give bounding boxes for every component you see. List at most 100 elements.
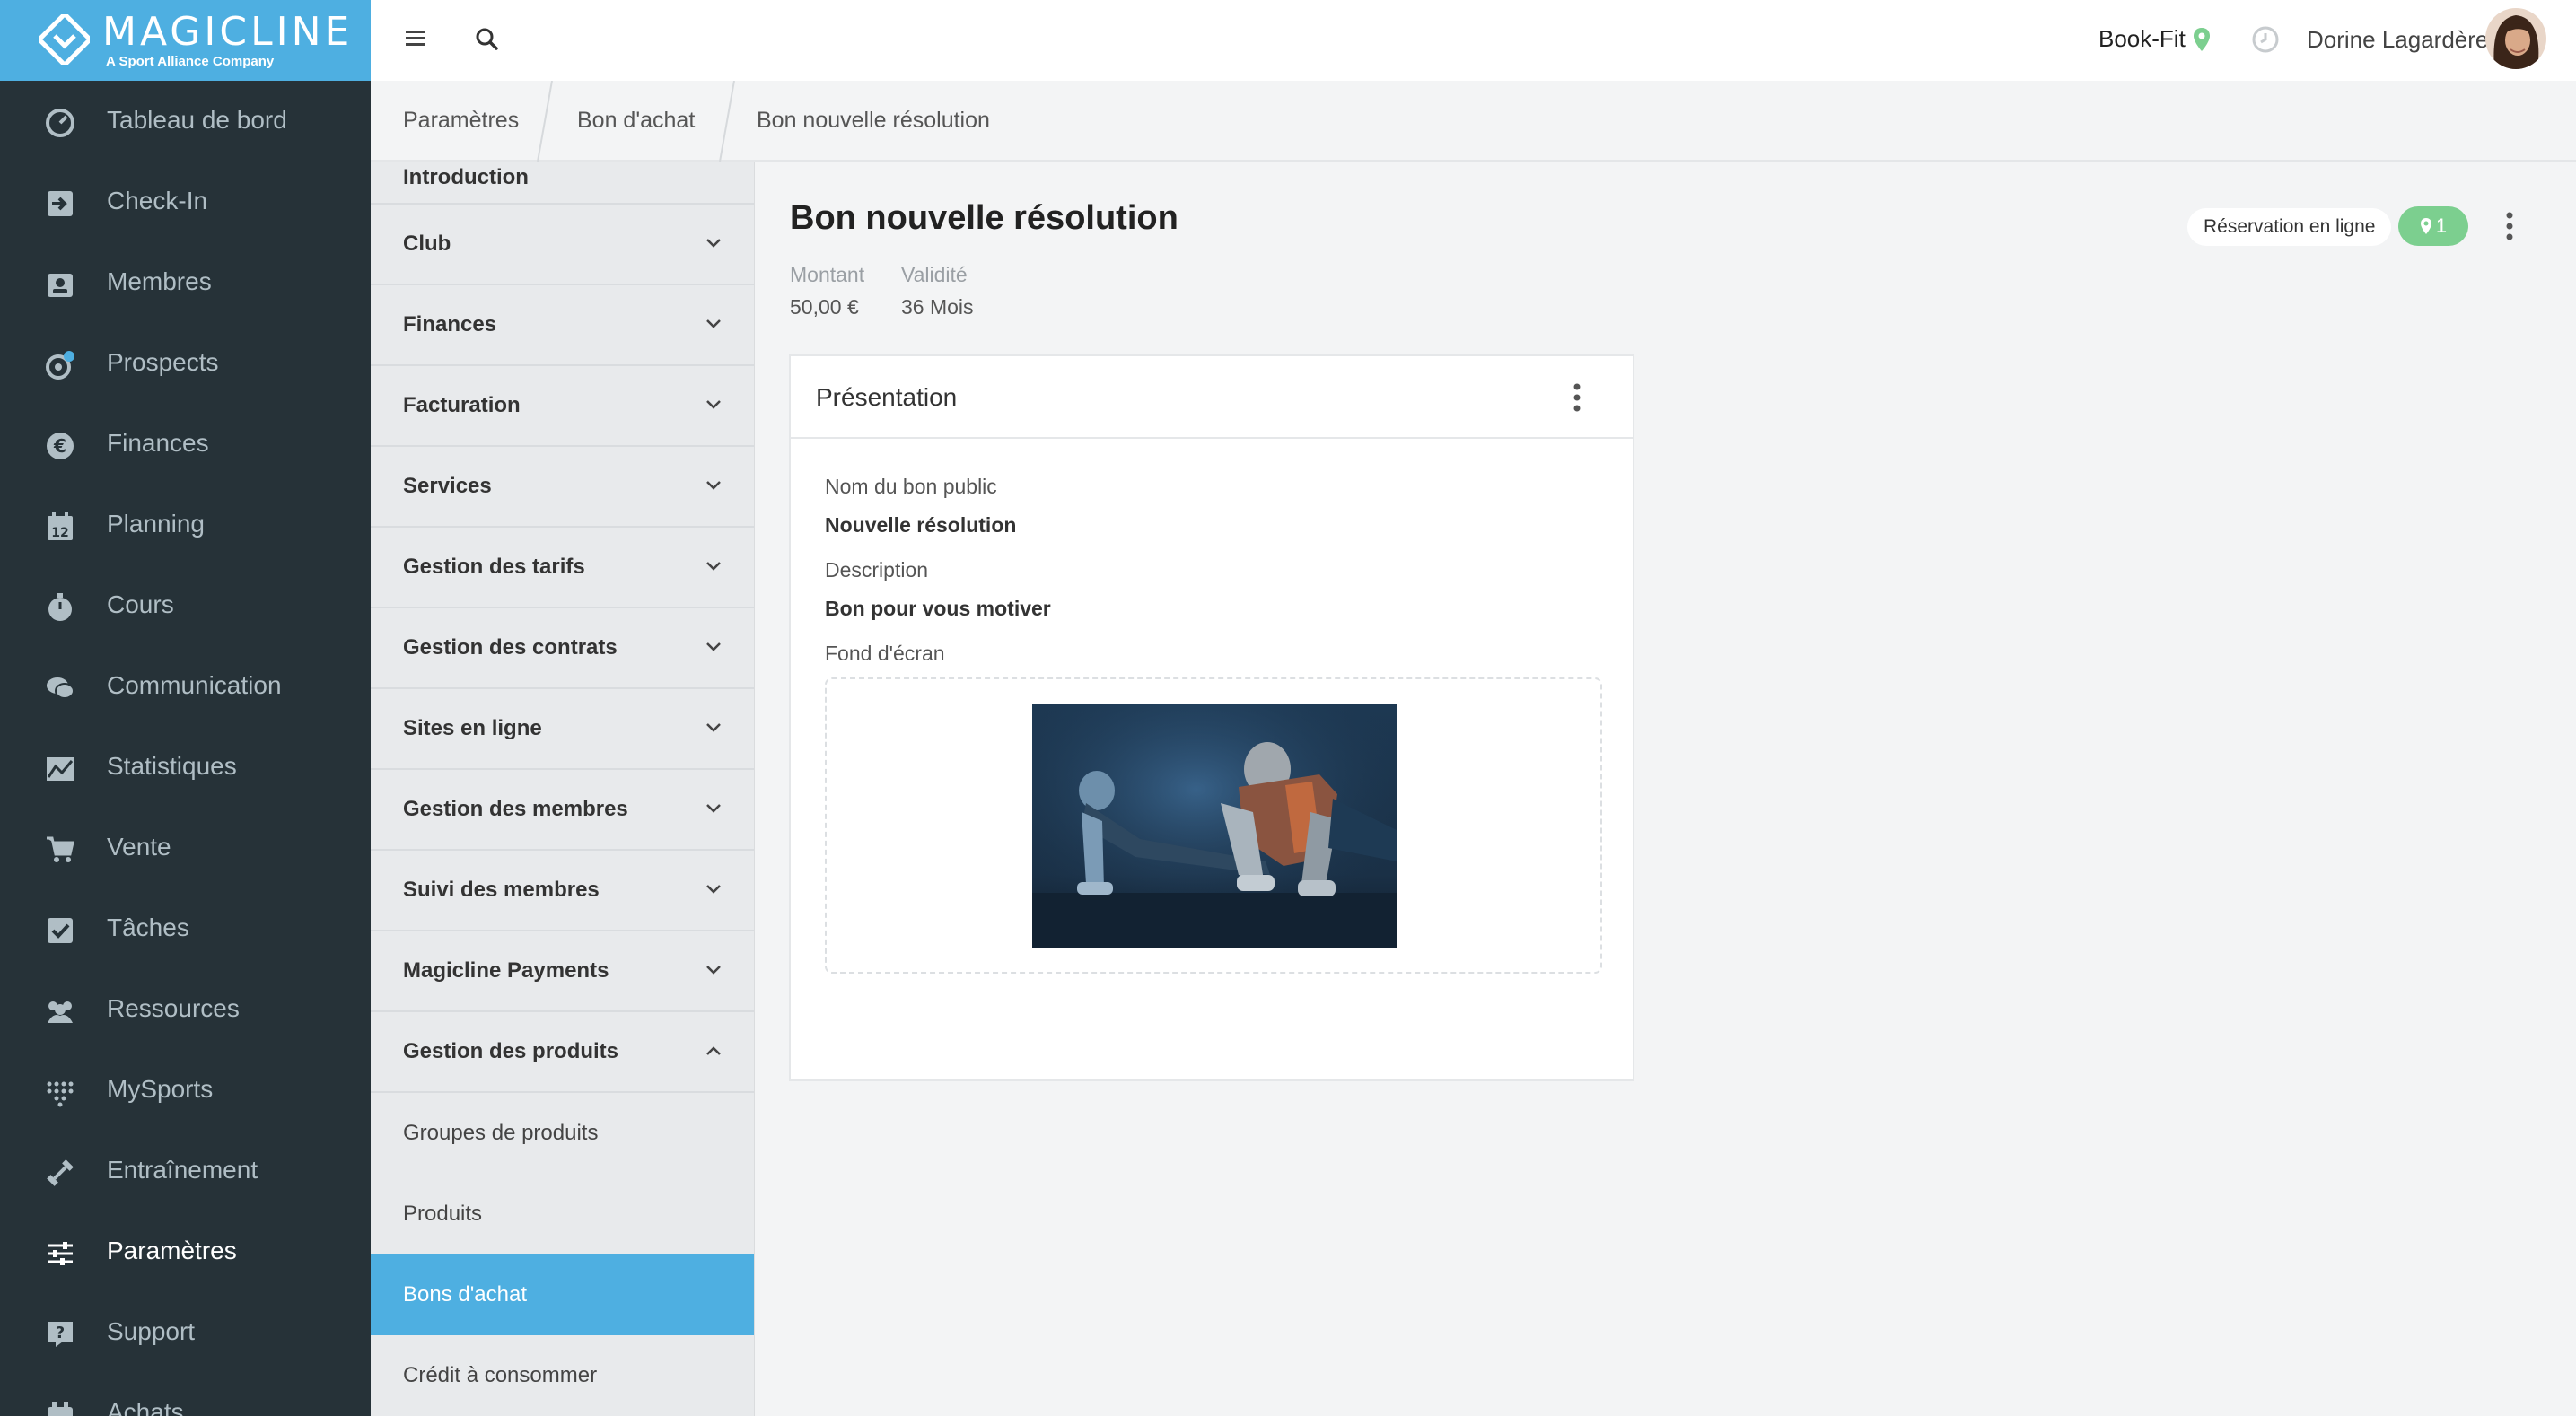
stopwatch-icon	[48, 593, 72, 621]
nav-item-parametres[interactable]: Paramètres	[0, 1211, 371, 1292]
check-in-icon	[48, 191, 73, 216]
location-count-badge[interactable]: 1	[2398, 206, 2468, 246]
nav-item-cours[interactable]: Cours	[0, 565, 371, 646]
nav-label: Prospects	[107, 348, 219, 376]
nav-label: Achats	[107, 1398, 184, 1416]
nav-item-tableau-de-bord[interactable]: Tableau de bord	[0, 81, 371, 162]
chevron-down-icon	[706, 481, 721, 490]
chevron-down-icon	[706, 319, 721, 328]
settings-section-services[interactable]: Services	[371, 447, 754, 528]
people-icon	[48, 1001, 73, 1023]
settings-section-label: Gestion des tarifs	[403, 555, 585, 579]
nav-item-check-in[interactable]: Check-In	[0, 162, 371, 242]
user-name[interactable]: Dorine Lagardère	[2307, 26, 2488, 54]
validity-value: 36 Mois	[901, 295, 974, 319]
settings-item-produits[interactable]: Produits	[371, 1174, 754, 1254]
top-bar: Book-Fit Dorine Lagardère	[371, 0, 2576, 81]
nav-item-prospects[interactable]: Prospects	[0, 323, 371, 404]
breadcrumb-item-bon-achat[interactable]: Bon d'achat	[577, 108, 695, 134]
chevron-down-icon	[706, 642, 721, 651]
nav-item-mysports[interactable]: MySports	[0, 1050, 371, 1131]
chevron-down-icon	[706, 723, 721, 732]
settings-item-bons-achat[interactable]: Bons d'achat	[371, 1254, 754, 1335]
nav-label: Communication	[107, 671, 282, 699]
studio-selector[interactable]: Book-Fit	[2098, 25, 2186, 53]
nav-item-support[interactable]: ? Support	[0, 1292, 371, 1373]
settings-section-introduction[interactable]: Introduction	[371, 162, 754, 205]
sliders-icon	[48, 1242, 73, 1265]
more-options-icon[interactable]	[2499, 210, 2520, 242]
settings-item-groupes-de-produits[interactable]: Groupes de produits	[371, 1093, 754, 1174]
user-avatar[interactable]	[2485, 8, 2546, 69]
breadcrumb-item-current: Bon nouvelle résolution	[757, 108, 990, 133]
nav-item-finances[interactable]: € Finances	[0, 404, 371, 485]
page-title: Bon nouvelle résolution	[790, 199, 1178, 237]
background-image-dropzone[interactable]	[825, 677, 1602, 974]
settings-section-label: Gestion des contrats	[403, 635, 618, 660]
nav-item-vente[interactable]: Vente	[0, 808, 371, 888]
nav-item-communication[interactable]: Communication	[0, 646, 371, 727]
settings-item-label: Bons d'achat	[403, 1282, 528, 1307]
settings-item-label: Groupes de produits	[403, 1121, 599, 1145]
clock-icon[interactable]	[2251, 25, 2280, 54]
breadcrumb-separator	[719, 81, 735, 162]
nav-label: Membres	[107, 267, 212, 295]
settings-section-facturation[interactable]: Facturation	[371, 366, 754, 447]
dumbbell-icon	[47, 1159, 74, 1186]
main-navigation: MAGICLINE A Sport Alliance Company Table…	[0, 0, 371, 1416]
nav-label: Cours	[107, 590, 174, 618]
prospects-icon	[46, 351, 74, 380]
card-more-options-icon[interactable]	[1566, 381, 1588, 414]
chevron-down-icon	[706, 400, 721, 409]
nav-item-statistiques[interactable]: Statistiques	[0, 727, 371, 808]
settings-section-label: Sites en ligne	[403, 716, 542, 740]
background-label: Fond d'écran	[825, 642, 945, 665]
breadcrumb-item-parametres[interactable]: Paramètres	[403, 108, 519, 134]
settings-section-label: Magicline Payments	[403, 958, 609, 983]
brand-logo[interactable]: MAGICLINE A Sport Alliance Company	[0, 0, 371, 81]
nav-item-membres[interactable]: Membres	[0, 242, 371, 323]
chevron-down-icon	[706, 885, 721, 894]
description-label: Description	[825, 558, 929, 581]
settings-section-finances[interactable]: Finances	[371, 285, 754, 366]
svg-text:?: ?	[56, 1324, 65, 1342]
settings-item-credit-a-consommer[interactable]: Crédit à consommer	[371, 1335, 754, 1416]
settings-section-sites-en-ligne[interactable]: Sites en ligne	[371, 689, 754, 770]
nav-label: Entraînement	[107, 1156, 258, 1184]
task-icon	[48, 918, 73, 943]
nav-item-planning[interactable]: 12 Planning	[0, 485, 371, 565]
location-pin-icon	[2194, 28, 2210, 51]
svg-text:€: €	[53, 435, 66, 457]
settings-item-label: Produits	[403, 1202, 483, 1226]
settings-section-club[interactable]: Club	[371, 205, 754, 285]
hamburger-menu-icon[interactable]	[403, 25, 430, 52]
search-icon[interactable]	[473, 25, 502, 54]
chevron-down-icon	[706, 239, 721, 248]
nav-item-ressources[interactable]: Ressources	[0, 969, 371, 1050]
nav-label: Planning	[107, 510, 205, 538]
settings-section-label: Finances	[403, 312, 497, 337]
card-title: Présentation	[816, 383, 958, 411]
public-name-label: Nom du bon public	[825, 475, 997, 498]
online-booking-chip[interactable]: Réservation en ligne	[2187, 208, 2392, 246]
nav-label: Tableau de bord	[107, 106, 287, 134]
magicline-logo-icon	[39, 14, 90, 65]
background-image	[1032, 704, 1397, 948]
nav-item-achats[interactable]: Achats	[0, 1373, 371, 1416]
svg-text:12: 12	[51, 526, 68, 540]
brand-name: MAGICLINE	[102, 9, 354, 55]
nav-item-entrainement[interactable]: Entraînement	[0, 1131, 371, 1211]
nav-label: Support	[107, 1317, 196, 1345]
settings-section-gestion-des-produits[interactable]: Gestion des produits	[371, 1012, 754, 1093]
public-name-value: Nouvelle résolution	[825, 513, 1017, 537]
settings-section-suivi-des-membres[interactable]: Suivi des membres	[371, 851, 754, 931]
brand-tagline: A Sport Alliance Company	[106, 54, 275, 69]
settings-section-magicline-payments[interactable]: Magicline Payments	[371, 931, 754, 1012]
settings-section-gestion-des-contrats[interactable]: Gestion des contrats	[371, 608, 754, 689]
settings-section-label: Gestion des produits	[403, 1039, 619, 1063]
cart-icon	[47, 836, 74, 862]
settings-section-gestion-des-tarifs[interactable]: Gestion des tarifs	[371, 528, 754, 608]
nav-item-taches[interactable]: Tâches	[0, 888, 371, 969]
settings-section-gestion-des-membres[interactable]: Gestion des membres	[371, 770, 754, 851]
amount-label: Montant	[790, 263, 865, 286]
